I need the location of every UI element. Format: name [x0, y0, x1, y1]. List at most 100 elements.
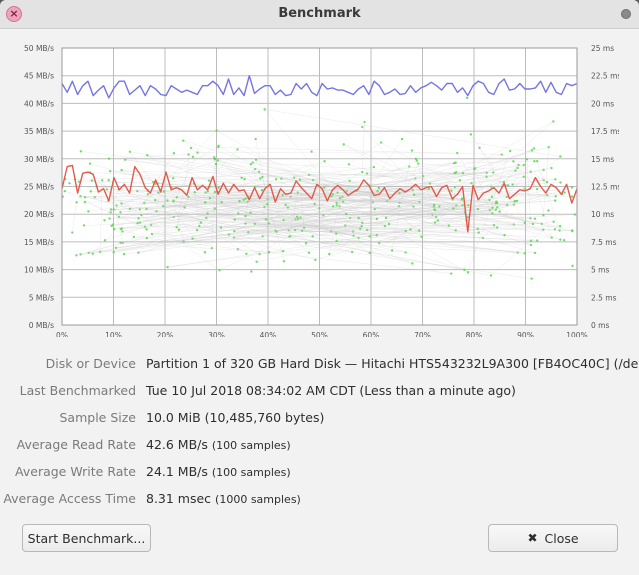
y-tick-left: 35 MB/s	[24, 127, 54, 136]
access-time-point	[191, 155, 195, 159]
window-title: Benchmark	[278, 6, 361, 21]
access-time-point	[254, 137, 257, 141]
access-time-point	[412, 193, 416, 196]
access-time-point	[473, 167, 477, 170]
access-time-point	[384, 216, 388, 220]
access-time-point	[498, 210, 501, 213]
access-time-label: Average Access Time	[3, 491, 136, 506]
read-samples: (100 samples)	[211, 439, 291, 452]
access-time-point	[533, 159, 536, 163]
last-benchmarked-row: Last Benchmarked Tue 10 Jul 2018 08:34:0…	[0, 383, 639, 410]
title-bar: × Benchmark	[0, 0, 639, 29]
access-time-point	[458, 179, 462, 182]
read-rate-value-wrap: 42.6 MB/s (100 samples)	[146, 437, 291, 452]
access-time-point	[204, 201, 207, 204]
access-time-point	[453, 171, 456, 175]
y-tick-left: 5 MB/s	[29, 293, 54, 302]
y-tick-left: 40 MB/s	[24, 99, 54, 108]
y-tick-left: 0 MB/s	[29, 321, 54, 330]
y-tick-right: 15 ms	[591, 155, 614, 164]
y-tick-right: 10 ms	[591, 210, 614, 219]
y-tick-right: 20 ms	[591, 99, 614, 108]
access-time-point	[559, 181, 562, 184]
y-tick-left: 20 MB/s	[24, 210, 54, 219]
access-time-point	[512, 160, 515, 163]
write-samples: (100 samples)	[211, 466, 291, 479]
last-benchmarked-value: Tue 10 Jul 2018 08:34:02 AM CDT (Less th…	[146, 383, 516, 398]
write-rate-value: 24.1 MB/s	[146, 464, 208, 479]
access-time-point	[304, 242, 308, 245]
access-time-point	[361, 170, 364, 174]
access-time-point	[89, 190, 92, 193]
y-tick-left: 50 MB/s	[24, 44, 54, 53]
access-time-point	[307, 173, 311, 177]
access-time-value: 8.31 msec	[146, 491, 212, 506]
y-tick-left: 25 MB/s	[24, 183, 54, 192]
close-button[interactable]: ✖ Close	[488, 524, 618, 552]
x-tick: 70%	[414, 331, 431, 337]
access-time-point	[107, 157, 111, 160]
access-time-point	[240, 176, 243, 179]
y-tick-right: 12.5 ms	[591, 183, 619, 192]
disk-value: Partition 1 of 320 GB Hard Disk — Hitach…	[146, 356, 639, 371]
access-time-row: Average Access Time 8.31 msec (1000 samp…	[0, 491, 639, 518]
access-time-point	[465, 96, 469, 100]
access-time-point	[260, 188, 264, 192]
access-time-value-wrap: 8.31 msec (1000 samples)	[146, 491, 301, 506]
access-time-point	[87, 210, 90, 213]
access-time-point	[450, 272, 453, 275]
access-time-point	[573, 213, 577, 216]
access-time-point	[496, 226, 499, 229]
y-tick-right: 22.5 ms	[591, 72, 619, 81]
access-time-point	[295, 215, 299, 218]
access-time-point	[311, 235, 314, 238]
access-time-point	[172, 152, 176, 155]
y-tick-right: 17.5 ms	[591, 127, 619, 136]
access-time-point	[254, 158, 258, 161]
access-time-point	[75, 201, 78, 204]
access-time-point	[249, 211, 252, 214]
x-tick: 40%	[260, 331, 277, 337]
access-time-point	[466, 271, 470, 274]
y-tick-left: 45 MB/s	[24, 72, 54, 81]
access-time-point	[414, 157, 418, 161]
access-time-point	[282, 260, 286, 263]
last-benchmarked-label: Last Benchmarked	[19, 383, 136, 398]
read-rate-row: Average Read Rate 42.6 MB/s (100 samples…	[0, 437, 639, 464]
y-tick-left: 15 MB/s	[24, 238, 54, 247]
access-time-point	[335, 204, 338, 207]
start-benchmark-button[interactable]: Start Benchmark...	[22, 524, 151, 552]
access-time-point	[452, 207, 455, 210]
y-tick-right: 2.5 ms	[591, 293, 617, 302]
x-tick: 90%	[517, 331, 534, 337]
write-rate-value-wrap: 24.1 MB/s (100 samples)	[146, 464, 291, 479]
access-time-point	[68, 182, 71, 185]
sample-size-row: Sample Size 10.0 MiB (10,485,760 bytes)	[0, 410, 639, 437]
access-time-point	[491, 206, 494, 210]
benchmark-chart: 0 MB/s 0 ms 5 MB/s 2.5 ms 10 MB/s 5 ms 15 MB/s…	[20, 40, 621, 340]
access-time-point	[506, 184, 510, 187]
access-time-point	[478, 146, 481, 149]
y-tick-left: 10 MB/s	[24, 266, 54, 275]
access-time-point	[191, 237, 194, 240]
disk-row: Disk or Device Partition 1 of 320 GB Har…	[0, 356, 639, 383]
access-time-point	[529, 239, 533, 243]
x-tick: 30%	[208, 331, 225, 337]
close-icon: ✖	[527, 531, 538, 545]
read-rate-label: Average Read Rate	[16, 437, 136, 452]
access-time-point	[571, 264, 574, 267]
start-benchmark-label: Start Benchmark...	[27, 530, 146, 546]
access-time-point	[177, 228, 181, 231]
x-tick: 80%	[466, 331, 483, 337]
access-time-point	[433, 221, 437, 224]
access-time-point	[390, 249, 394, 252]
access-time-point	[103, 219, 106, 222]
access-time-point	[570, 195, 574, 198]
access-time-point	[250, 270, 253, 273]
x-tick: 0%	[56, 331, 68, 337]
access-time-point	[281, 250, 285, 253]
sample-size-value: 10.0 MiB (10,485,760 bytes)	[146, 410, 325, 425]
x-tick: 10%	[105, 331, 122, 337]
window-menu-icon[interactable]	[621, 9, 631, 19]
y-tick-right: 25 ms	[591, 44, 614, 53]
